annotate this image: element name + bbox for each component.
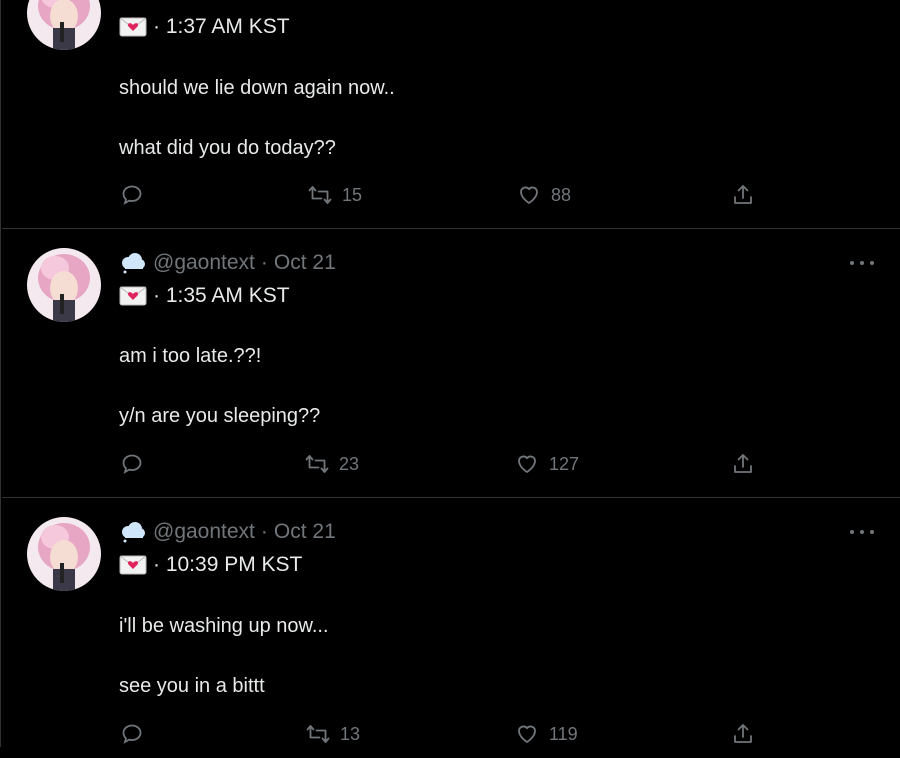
retweet-button[interactable]: 15 (308, 180, 362, 210)
retweet-icon (308, 186, 332, 204)
separator-dot: · (260, 520, 268, 543)
share-icon (734, 185, 752, 204)
retweet-count: 15 (342, 184, 363, 205)
share-button[interactable] (731, 719, 755, 749)
tweet[interactable]: @gaontext · Oct 21 · 10:39 PM KST i'll b… (2, 498, 900, 758)
tweet-time-line: · 10:39 PM KST (119, 552, 302, 578)
tweet-date[interactable]: Oct 21 (274, 251, 336, 275)
share-icon (734, 724, 752, 743)
like-count: 88 (551, 184, 572, 205)
share-button[interactable] (731, 180, 755, 210)
tweet[interactable]: @gaontext · Oct 21 · 1:35 AM KST am i to… (2, 229, 900, 498)
reply-button[interactable] (120, 180, 144, 210)
reply-icon (122, 724, 142, 744)
reply-icon (122, 454, 142, 474)
tweet-time-line: · 1:35 AM KST (119, 283, 290, 309)
envelope-icon (119, 17, 147, 37)
heart-icon (518, 455, 536, 473)
heart-icon (520, 186, 538, 204)
avatar[interactable] (27, 517, 101, 591)
tweet-handle[interactable]: @gaontext (153, 520, 255, 544)
tweet-text-line: i'll be washing up now... (119, 615, 329, 637)
tweet-time: · 1:35 AM KST (153, 284, 290, 307)
retweet-button[interactable]: 13 (306, 719, 360, 749)
timeline: · 1:37 AM KST should we lie down again n… (0, 0, 900, 747)
tweet-text-line: y/n are you sleeping?? (119, 405, 321, 427)
tweet-time: · 10:39 PM KST (153, 553, 303, 576)
more-icon[interactable] (850, 256, 874, 270)
tweet-text-line: what did you do today?? (119, 137, 336, 159)
tweet-actions: 23 127 (2, 449, 900, 479)
like-button[interactable]: 119 (515, 719, 578, 749)
tweet-actions: 13 119 (2, 719, 900, 749)
separator-dot: · (260, 251, 268, 274)
cloud-icon (119, 252, 147, 274)
share-button[interactable] (731, 449, 755, 479)
retweet-icon (305, 455, 329, 473)
tweet-handle[interactable]: @gaontext (153, 251, 255, 275)
like-count: 127 (549, 453, 580, 474)
tweet-date[interactable]: Oct 21 (274, 520, 336, 544)
retweet-button[interactable]: 23 (305, 449, 359, 479)
like-button[interactable]: 127 (515, 449, 579, 479)
reply-icon (122, 185, 142, 205)
retweet-icon (306, 725, 330, 743)
share-icon (734, 454, 752, 473)
cloud-icon (119, 521, 147, 543)
tweet-text-line: see you in a bittt (119, 675, 265, 697)
avatar[interactable] (27, 248, 101, 322)
envelope-icon (119, 555, 147, 575)
heart-icon (518, 725, 536, 743)
tweet[interactable]: · 1:37 AM KST should we lie down again n… (2, 0, 900, 229)
tweet-time: · 1:37 AM KST (153, 15, 290, 38)
avatar[interactable] (27, 0, 101, 50)
reply-button[interactable] (120, 449, 144, 479)
like-button[interactable]: 88 (517, 180, 571, 210)
envelope-icon (119, 286, 147, 306)
more-icon[interactable] (850, 525, 874, 539)
tweet-time-line: · 1:37 AM KST (119, 14, 290, 40)
tweet-actions: 15 88 (2, 180, 900, 210)
retweet-count: 23 (339, 453, 360, 474)
reply-button[interactable] (120, 719, 144, 749)
tweet-meta: @gaontext · Oct 21 (119, 520, 336, 544)
retweet-count: 13 (340, 723, 361, 744)
tweet-meta: @gaontext · Oct 21 (119, 251, 336, 275)
tweet-text-line: should we lie down again now.. (119, 77, 395, 99)
tweet-text-line: am i too late.??! (119, 345, 262, 367)
like-count: 119 (549, 723, 578, 744)
